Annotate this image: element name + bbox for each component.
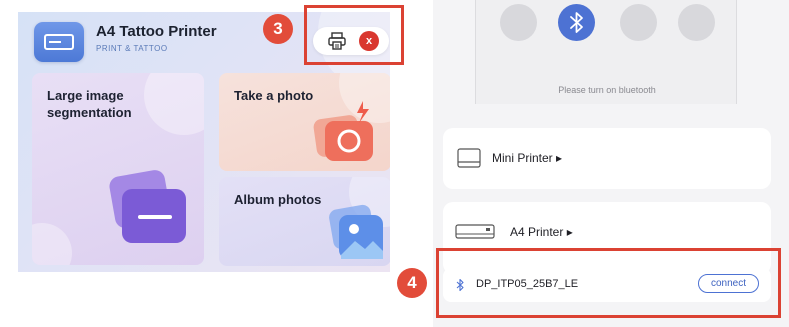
app-title: A4 Tattoo Printer <box>96 23 217 40</box>
bluetooth-hint: Please turn on bluetooth <box>558 85 656 95</box>
tile-decoration <box>32 223 72 265</box>
tile-large-image-label: Large image segmentation <box>47 88 132 120</box>
annotation-badge-4: 4 <box>397 268 427 298</box>
annotation-box-4 <box>436 248 781 318</box>
a4-printer-label: A4 Printer ▸ <box>510 225 573 239</box>
app-subtitle: PRINT & TATTOO <box>96 44 168 53</box>
bluetooth-panel: Please turn on bluetooth <box>475 0 737 104</box>
mini-printer-icon <box>457 148 481 168</box>
tile-album-photos[interactable]: Album photos <box>219 177 390 266</box>
tile-large-image-segmentation[interactable]: Large image segmentation <box>32 73 204 265</box>
gallery-icon <box>329 204 383 259</box>
mini-printer-option[interactable]: Mini Printer ▸ <box>443 128 771 189</box>
camera-icon <box>313 101 373 161</box>
bluetooth-indicator-off <box>620 4 657 41</box>
ticket-icon <box>109 170 186 243</box>
bluetooth-indicator-off <box>500 4 537 41</box>
mini-printer-label: Mini Printer ▸ <box>492 151 563 165</box>
bluetooth-indicator-off <box>678 4 715 41</box>
annotation-badge-3: 3 <box>263 14 293 44</box>
bluetooth-icon[interactable] <box>558 4 595 41</box>
annotation-box-3 <box>304 5 404 65</box>
tile-take-a-photo[interactable]: Take a photo <box>219 73 390 171</box>
a4-printer-icon <box>455 224 495 239</box>
app-logo-icon <box>34 22 84 62</box>
